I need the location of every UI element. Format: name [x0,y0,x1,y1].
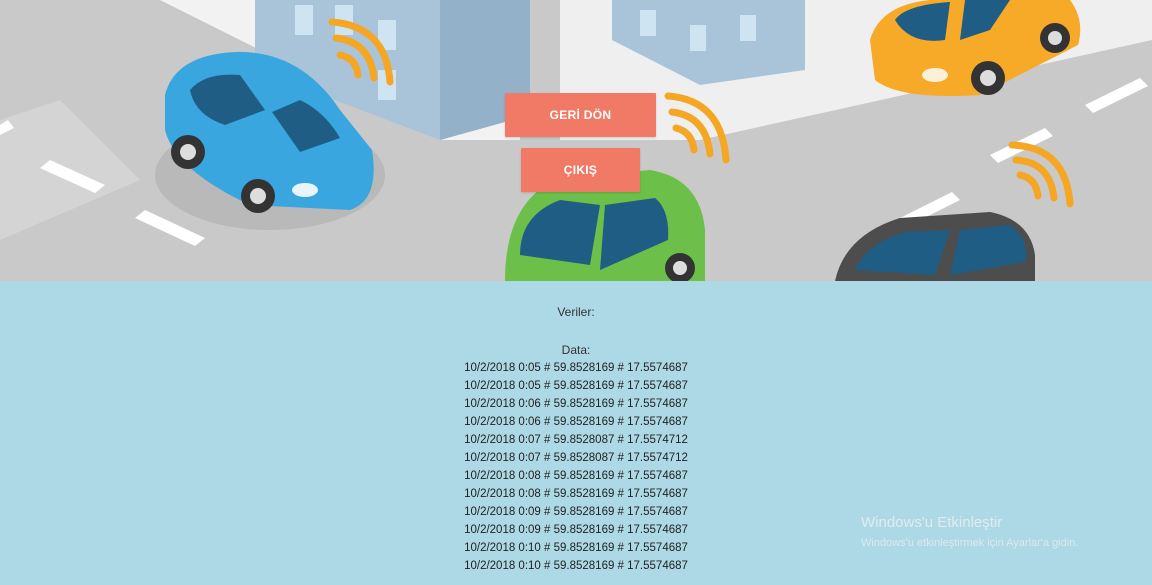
data-row: 10/2/2018 0:07 # 59.8528087 # 17.5574712 [464,434,688,446]
windows-activation-watermark: Windows'u Etkinleştir Windows'u etkinleş… [861,514,1078,549]
data-label: Data: [561,343,591,357]
data-section-title: Veriler: [557,305,595,319]
data-row: 10/2/2018 0:06 # 59.8528169 # 17.5574687 [464,398,688,410]
exit-button[interactable]: ÇIKIŞ [521,148,640,192]
watermark-title: Windows'u Etkinleştir [861,514,1003,531]
data-row: 10/2/2018 0:05 # 59.8528169 # 17.5574687 [464,362,688,374]
data-row: 10/2/2018 0:07 # 59.8528087 # 17.5574712 [464,452,688,464]
data-row: 10/2/2018 0:10 # 59.8528169 # 17.5574687 [464,560,688,572]
data-panel: Veriler: Data: 10/2/2018 0:05 # 59.85281… [0,281,1152,585]
hero-illustration: GERİ DÖN ÇIKIŞ [0,0,1152,281]
data-row: 10/2/2018 0:08 # 59.8528169 # 17.5574687 [464,488,688,500]
traffic-scene-illustration [0,0,1152,281]
data-row: 10/2/2018 0:05 # 59.8528169 # 17.5574687 [464,380,688,392]
data-row: 10/2/2018 0:08 # 59.8528169 # 17.5574687 [464,470,688,482]
watermark-subtitle: Windows'u etkinleştirmek için Ayarlar'a … [861,537,1079,549]
data-row: 10/2/2018 0:06 # 59.8528169 # 17.5574687 [464,416,688,428]
back-button[interactable]: GERİ DÖN [505,93,656,137]
